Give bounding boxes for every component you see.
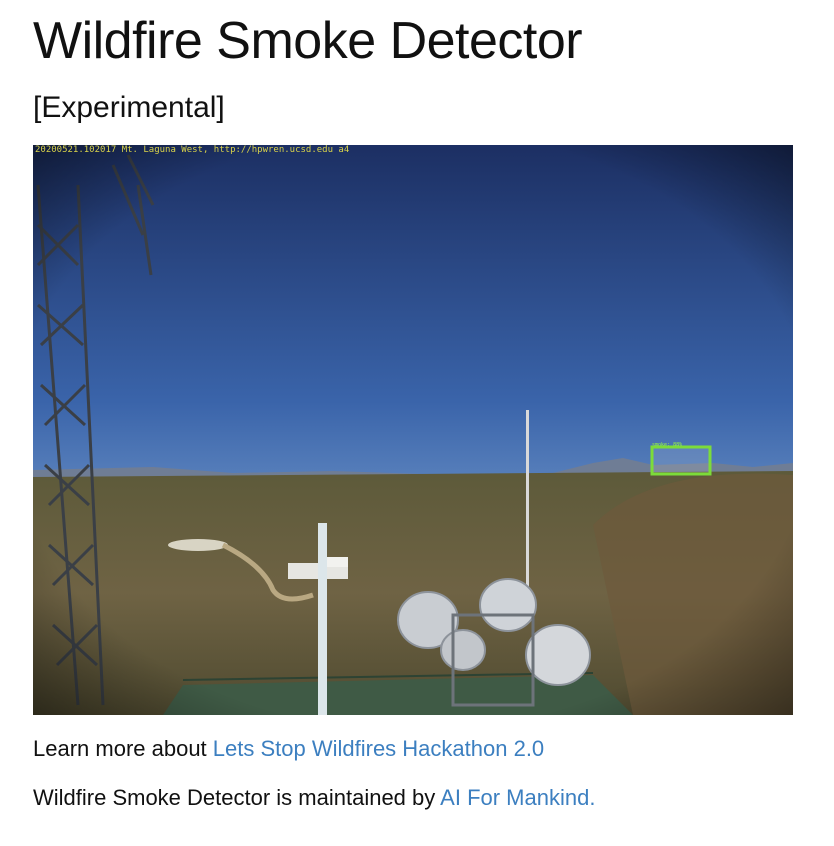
- ai-for-mankind-link[interactable]: AI For Mankind.: [440, 785, 595, 810]
- lens-vignette: [33, 145, 793, 715]
- detection-label: smoke: 88%: [652, 442, 683, 448]
- learn-more-text: Learn more about: [33, 736, 213, 761]
- learn-more-line: Learn more about Lets Stop Wildfires Hac…: [33, 735, 544, 763]
- maintainer-text: Wildfire Smoke Detector is maintained by: [33, 785, 441, 810]
- camera-timestamp: 20200521.102017 Mt. Laguna West, http://…: [35, 145, 350, 155]
- page-subtitle: [Experimental]: [33, 91, 225, 124]
- page-title: Wildfire Smoke Detector: [33, 12, 583, 70]
- camera-image: 20200521.102017 Mt. Laguna West, http://…: [33, 145, 793, 715]
- hackathon-link[interactable]: Lets Stop Wildfires Hackathon 2.0: [213, 736, 544, 761]
- smoke-detection-box: [650, 445, 712, 476]
- camera-scene: [33, 145, 793, 715]
- maintainer-line: Wildfire Smoke Detector is maintained by…: [33, 784, 595, 812]
